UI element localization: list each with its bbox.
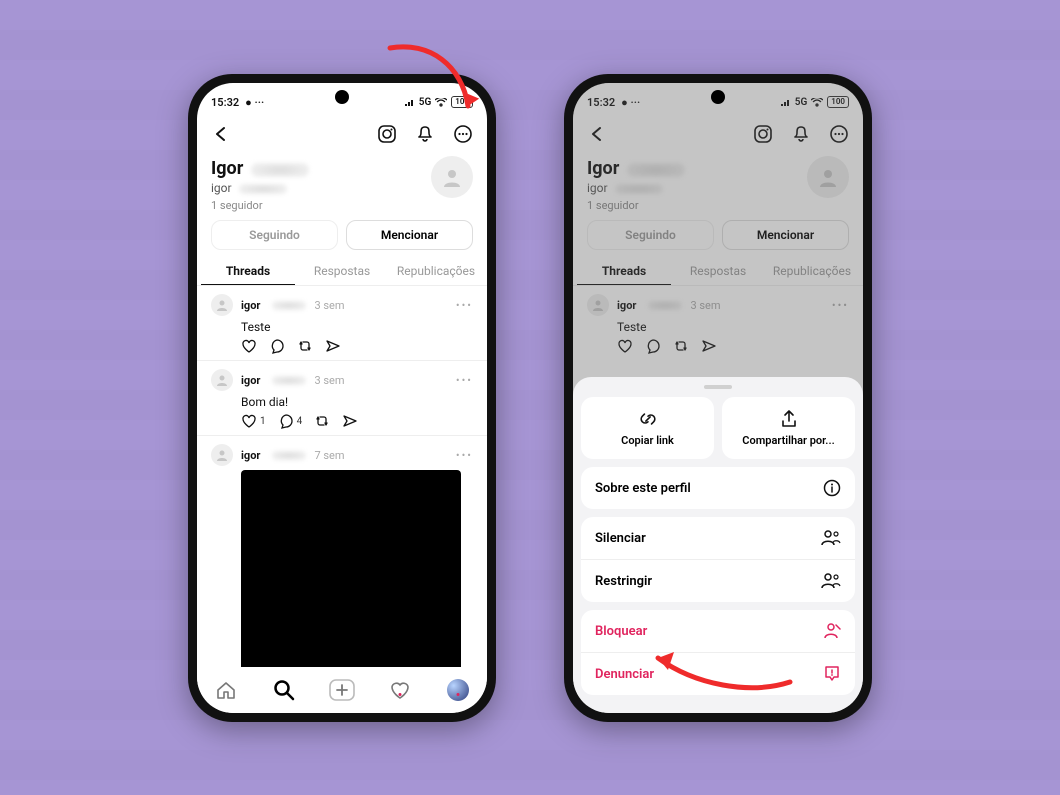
comment-button[interactable] — [269, 338, 285, 354]
screen-left: 15:32 ● ··· 5G 100 — [197, 83, 487, 713]
nav-profile[interactable] — [444, 676, 472, 704]
post-avatar[interactable] — [211, 369, 233, 391]
block-label: Bloquear — [595, 624, 647, 639]
following-button[interactable]: Seguindo — [211, 220, 338, 250]
mute-row[interactable]: Silenciar — [581, 517, 855, 559]
redacted-post-user — [272, 301, 306, 310]
redacted-handle — [239, 184, 287, 194]
battery-percent: 100 — [451, 96, 473, 108]
signal-icon — [405, 98, 415, 106]
share-icon — [779, 409, 799, 429]
mention-button[interactable]: Mencionar — [346, 220, 473, 250]
post-more-icon[interactable]: ••• — [456, 449, 473, 462]
block-row[interactable]: Bloquear — [581, 610, 855, 652]
redacted-name — [251, 163, 309, 177]
info-icon — [823, 479, 841, 497]
redacted-post-user — [272, 451, 306, 460]
post-avatar[interactable] — [211, 444, 233, 466]
activity-badge-dot — [399, 693, 402, 696]
nav-compose[interactable] — [328, 676, 356, 704]
report-label: Denunciar — [595, 667, 654, 682]
feed: igor 3 sem ••• Teste — [197, 286, 487, 685]
more-options-button[interactable] — [449, 120, 477, 148]
follower-count: 1 seguidor — [211, 199, 473, 212]
copy-link-button[interactable]: Copiar link — [581, 397, 714, 459]
battery-icon: 100 — [451, 96, 473, 108]
repost-button[interactable] — [297, 338, 313, 354]
restrict-label: Restringir — [595, 574, 652, 589]
like-button[interactable] — [241, 338, 257, 354]
profile-display-name: Igor — [211, 158, 243, 179]
back-button[interactable] — [207, 120, 235, 148]
user-block-icon — [823, 622, 841, 640]
post-user[interactable]: igor — [241, 449, 260, 462]
like-button[interactable]: 1 — [241, 413, 266, 429]
share-via-label: Compartilhar por... — [742, 434, 834, 447]
nav-profile-avatar — [447, 679, 469, 701]
restrict-row[interactable]: Restringir — [581, 559, 855, 602]
post-user[interactable]: igor — [241, 374, 260, 387]
topbar — [197, 115, 487, 154]
comment-count: 4 — [297, 416, 303, 427]
nav-activity[interactable] — [386, 676, 414, 704]
share-via-button[interactable]: Compartilhar por... — [722, 397, 855, 459]
report-icon — [823, 665, 841, 683]
profile-badge-dot — [457, 693, 460, 696]
like-count: 1 — [260, 416, 266, 427]
profile-tabs: Threads Respostas Republicações — [197, 256, 487, 286]
repost-button[interactable] — [314, 413, 330, 429]
instagram-icon[interactable] — [373, 120, 401, 148]
status-time: 15:32 — [211, 96, 239, 109]
comment-button[interactable]: 4 — [278, 413, 303, 429]
action-sheet: Copiar link Compartilhar por... Sobre es… — [573, 377, 863, 713]
report-row[interactable]: Denunciar — [581, 652, 855, 695]
post-user[interactable]: igor — [241, 299, 260, 312]
tab-reposts[interactable]: Republicações — [389, 256, 483, 285]
redacted-post-user — [272, 376, 306, 385]
post-more-icon[interactable]: ••• — [456, 299, 473, 312]
mute-label: Silenciar — [595, 531, 646, 546]
post[interactable]: igor 3 sem ••• Teste — [197, 286, 487, 360]
post[interactable]: igor 7 sem ••• — [197, 435, 487, 685]
post-more-icon[interactable]: ••• — [456, 374, 473, 387]
post-body: Teste — [241, 320, 473, 334]
wifi-icon — [435, 98, 447, 107]
tab-threads[interactable]: Threads — [201, 256, 295, 285]
link-icon — [638, 409, 658, 429]
bell-icon[interactable] — [411, 120, 439, 148]
post-image[interactable] — [241, 470, 461, 675]
phone-camera-hole — [711, 90, 725, 104]
post-age: 3 sem — [314, 299, 344, 312]
nav-search[interactable] — [270, 676, 298, 704]
post-age: 3 sem — [314, 374, 344, 387]
nav-home[interactable] — [212, 676, 240, 704]
about-profile-row[interactable]: Sobre este perfil — [581, 467, 855, 509]
post[interactable]: igor 3 sem ••• Bom dia! 1 4 — [197, 360, 487, 435]
share-button[interactable] — [325, 338, 341, 354]
user-mute-icon — [821, 529, 841, 547]
screen-right: 15:32 ● ··· 5G 100 — [573, 83, 863, 713]
status-dots-icon: ● ··· — [245, 96, 264, 109]
phone-right: 15:32 ● ··· 5G 100 — [564, 74, 872, 722]
profile-header: Igor igor 1 seguidor — [197, 154, 487, 220]
post-avatar[interactable] — [211, 294, 233, 316]
tab-replies[interactable]: Respostas — [295, 256, 389, 285]
network-label: 5G — [419, 97, 432, 108]
phone-left: 15:32 ● ··· 5G 100 — [188, 74, 496, 722]
profile-handle: igor — [211, 181, 232, 195]
post-age: 7 sem — [314, 449, 344, 462]
bottom-navbar — [197, 667, 487, 713]
about-profile-label: Sobre este perfil — [595, 481, 691, 496]
sheet-handle[interactable] — [704, 385, 732, 389]
phone-camera-hole — [335, 90, 349, 104]
copy-link-label: Copiar link — [621, 434, 674, 447]
user-restrict-icon — [821, 572, 841, 590]
share-button[interactable] — [342, 413, 358, 429]
post-body: Bom dia! — [241, 395, 473, 409]
profile-avatar[interactable] — [431, 156, 473, 198]
